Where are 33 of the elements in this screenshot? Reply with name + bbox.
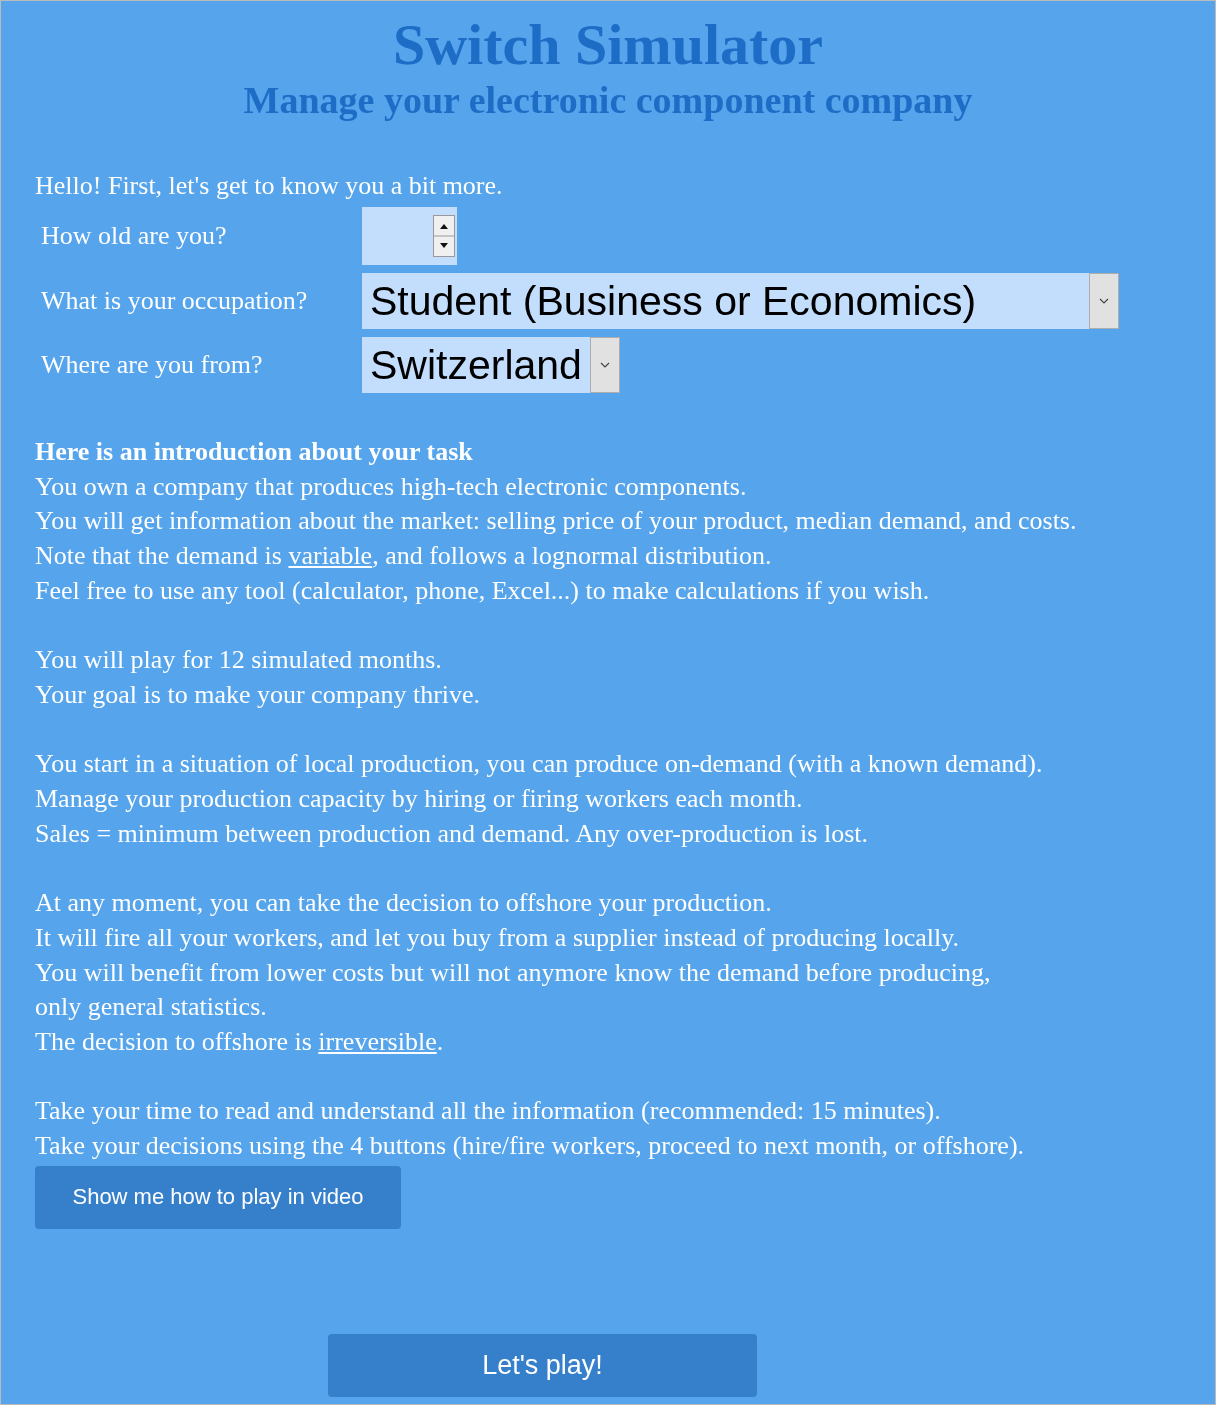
text-line: Take your decisions using the 4 buttons (hire/fire workers, proceed to next month, or offshore). bbox=[35, 1130, 1025, 1162]
dropdown-select[interactable]: Switzerland bbox=[362, 337, 620, 393]
text-line: Feel free to use any tool (calculator, phone, Excel...) to make calculations if you wish. bbox=[35, 574, 930, 607]
field-label: Where are you from? bbox=[41, 350, 264, 380]
spinner-icon bbox=[433, 215, 455, 257]
text-line: Your goal is to make your company thrive. bbox=[35, 678, 481, 711]
text-line: Note that the demand is variable, and follows a lognormal distribution. bbox=[35, 540, 772, 573]
intro-heading: Here is an introduction about your task bbox=[35, 436, 474, 468]
text-line: Manage your production capacity by hiring or firing workers each month. bbox=[35, 783, 803, 815]
age-input-field[interactable] bbox=[362, 207, 457, 265]
play-button[interactable]: Let's play! bbox=[328, 1333, 757, 1397]
greeting-text: Hello! First, let's get to know you a bit more. bbox=[35, 171, 504, 201]
dropdown-select[interactable]: Student (Business or Economics) bbox=[362, 273, 1119, 329]
text-line: You will get information about the market: selling price of your product, median demand, and costs. bbox=[35, 505, 1077, 538]
text-line: It will fire all your workers, and let you buy from a supplier instead of producing locally. bbox=[35, 921, 959, 954]
text-line: You start in a situation of local production, you can produce on-demand (with a known demand). bbox=[35, 748, 1043, 781]
video-button[interactable]: Show me how to play in video bbox=[35, 1165, 401, 1229]
caret-icon bbox=[1099, 298, 1109, 304]
caret-icon bbox=[599, 362, 610, 368]
page-subtitle: Manage your electronic component company bbox=[242, 78, 974, 123]
text-line: At any moment, you can take the decision to offshore your production. bbox=[35, 887, 772, 920]
field-label: What is your occupation? bbox=[41, 286, 309, 316]
text-line: only general statistics. bbox=[35, 991, 267, 1024]
text-line: You will benefit from lower costs but will not anymore know the demand before producing, bbox=[35, 956, 991, 989]
text-line: You own a company that produces high-tech electronic components. bbox=[35, 470, 747, 503]
page-title: Switch Simulator bbox=[391, 13, 825, 77]
field-label: How old are you? bbox=[41, 221, 228, 251]
text-line: The decision to offshore is irreversible. bbox=[35, 1025, 444, 1058]
text-line: Sales = minimum between production and demand. Any over-production is lost. bbox=[35, 817, 868, 850]
text-line: You will play for 12 simulated months. bbox=[35, 644, 442, 677]
text-line: Take your time to read and understand all the information (recommended: 15 minutes). bbox=[35, 1095, 941, 1128]
text-link[interactable]: irreversible bbox=[318, 1026, 437, 1056]
text-link[interactable]: variable bbox=[288, 541, 373, 571]
